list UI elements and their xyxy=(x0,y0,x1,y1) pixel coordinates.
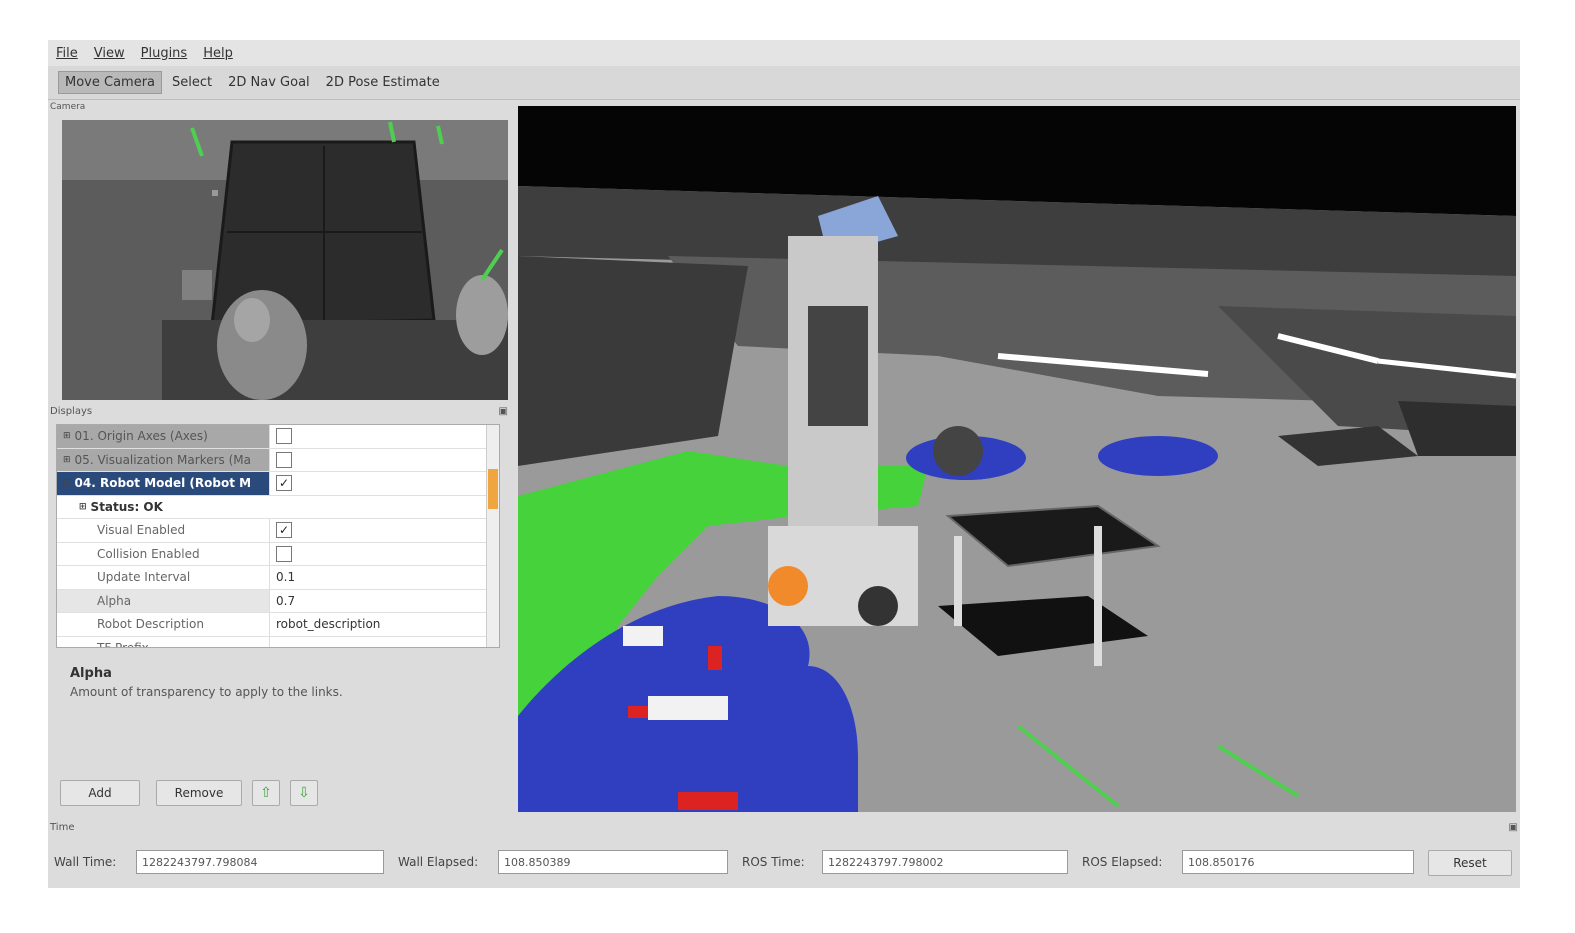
wall-elapsed-field[interactable]: 108.850389 xyxy=(498,850,728,874)
tf-prefix-value[interactable] xyxy=(269,636,499,647)
display-row-origin-axes[interactable]: ⊞ 01. Origin Axes (Axes) xyxy=(57,425,499,449)
description-text: Amount of transparency to apply to the l… xyxy=(70,685,343,699)
scrollbar-thumb[interactable] xyxy=(488,469,498,509)
panel-close-icon[interactable]: ▣ xyxy=(1509,822,1518,833)
display-row-robot-model[interactable]: ⊟ 04. Robot Model (Robot M ✓ xyxy=(57,472,499,496)
panel-close-icon[interactable]: ▣ xyxy=(499,406,508,417)
wall-time-label: Wall Time: xyxy=(54,855,117,869)
displays-tree: ⊞ 01. Origin Axes (Axes) ⊞ 05. Visualizati… xyxy=(56,424,500,648)
3d-scene-render xyxy=(518,106,1516,812)
property-label: Collision Enabled xyxy=(97,546,200,561)
displays-panel-title: Displays ▣ xyxy=(50,406,508,417)
time-title: Time xyxy=(50,822,75,833)
menu-view[interactable]: View xyxy=(86,46,133,61)
display-enable-checkbox[interactable]: ✓ xyxy=(276,475,292,492)
ros-time-label: ROS Time: xyxy=(742,855,805,869)
property-label: Alpha xyxy=(57,589,269,612)
update-interval-value[interactable]: 0.1 xyxy=(269,566,499,589)
menu-help[interactable]: Help xyxy=(195,46,241,61)
ros-elapsed-field[interactable]: 108.850176 xyxy=(1182,850,1414,874)
property-row-update-interval[interactable]: Update Interval 0.1 xyxy=(57,566,499,590)
display-name: 05. Visualization Markers (Ma xyxy=(74,452,251,467)
robot-description-value[interactable]: robot_description xyxy=(269,613,499,636)
camera-feed-image xyxy=(62,120,508,400)
property-row-visual-enabled[interactable]: Visual Enabled ✓ xyxy=(57,519,499,543)
display-name: 01. Origin Axes (Axes) xyxy=(74,429,208,444)
display-name: 04. Robot Model (Robot M xyxy=(74,476,252,491)
property-row-tf-prefix[interactable]: TF Prefix xyxy=(57,636,499,648)
property-row-alpha[interactable]: Alpha 0.7 xyxy=(57,589,499,613)
property-label: Robot Description xyxy=(97,617,204,632)
move-camera-tool[interactable]: Move Camera xyxy=(58,71,163,94)
property-label: Update Interval xyxy=(97,570,191,585)
tree-scrollbar[interactable] xyxy=(486,425,499,647)
description-title: Alpha xyxy=(70,666,112,681)
move-down-button[interactable]: ⇩ xyxy=(290,780,318,806)
visual-enabled-checkbox[interactable]: ✓ xyxy=(276,522,292,539)
wall-time-field[interactable]: 1282243797.798084 xyxy=(136,850,384,874)
status-row[interactable]: ⊞ Status: OK xyxy=(57,496,499,519)
tool-bar: Move Camera Select 2D Nav Goal 2D Pose E… xyxy=(48,66,1520,100)
expand-icon[interactable]: ⊞ xyxy=(79,502,87,512)
rviz-window: File View Plugins Help Move Camera Selec… xyxy=(48,40,1520,888)
3d-render-viewport[interactable] xyxy=(518,106,1516,812)
collapse-icon[interactable]: ⊟ xyxy=(63,478,71,488)
time-bar: Wall Time: 1282243797.798084 Wall Elapse… xyxy=(48,840,1520,884)
reset-time-button[interactable]: Reset xyxy=(1428,850,1512,876)
property-label: Visual Enabled xyxy=(97,523,186,538)
display-enable-checkbox[interactable] xyxy=(276,428,292,445)
remove-display-button[interactable]: Remove xyxy=(156,780,242,806)
wall-elapsed-label: Wall Elapsed: xyxy=(398,855,479,869)
menu-file[interactable]: File xyxy=(48,46,86,61)
expand-icon[interactable]: ⊞ xyxy=(63,455,71,465)
alpha-value[interactable]: 0.7 xyxy=(269,589,499,612)
property-row-robot-description[interactable]: Robot Description robot_description xyxy=(57,613,499,637)
nav-goal-tool[interactable]: 2D Nav Goal xyxy=(222,72,316,93)
menu-plugins[interactable]: Plugins xyxy=(133,46,196,61)
add-display-button[interactable]: Add xyxy=(60,780,140,806)
menu-bar: File View Plugins Help xyxy=(48,40,1520,66)
expand-icon[interactable]: ⊞ xyxy=(63,431,71,441)
status-text: Status: OK xyxy=(90,499,163,514)
property-description: Alpha Amount of transparency to apply to… xyxy=(56,652,508,772)
display-row-visualization-markers[interactable]: ⊞ 05. Visualization Markers (Ma xyxy=(57,448,499,472)
ros-elapsed-label: ROS Elapsed: xyxy=(1082,855,1163,869)
property-label: TF Prefix xyxy=(97,640,149,648)
displays-title: Displays xyxy=(50,406,93,417)
camera-image xyxy=(62,120,508,400)
property-row-collision-enabled[interactable]: Collision Enabled xyxy=(57,542,499,566)
ros-time-field[interactable]: 1282243797.798002 xyxy=(822,850,1068,874)
display-enable-checkbox[interactable] xyxy=(276,451,292,468)
time-panel-title: Time ▣ xyxy=(50,822,1518,833)
camera-panel-title: Camera xyxy=(50,102,86,112)
move-up-button[interactable]: ⇧ xyxy=(252,780,280,806)
select-tool[interactable]: Select xyxy=(166,72,218,93)
pose-estimate-tool[interactable]: 2D Pose Estimate xyxy=(320,72,446,93)
collision-enabled-checkbox[interactable] xyxy=(276,545,292,562)
